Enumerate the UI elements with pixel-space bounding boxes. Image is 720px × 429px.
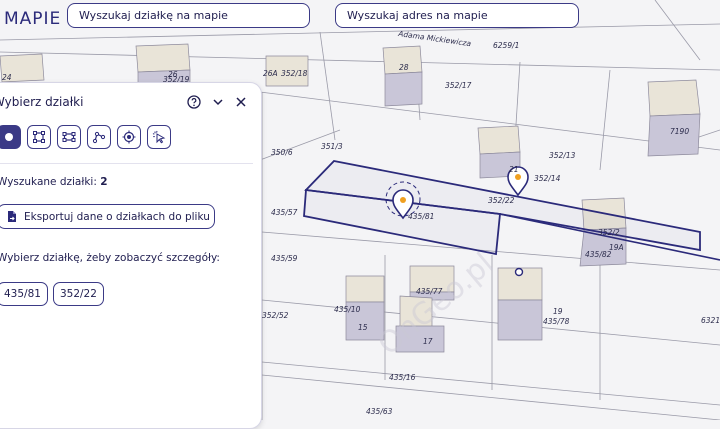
- cursor-select-tool-button[interactable]: [147, 125, 171, 149]
- parcel-number: 435/82: [585, 250, 612, 259]
- parcel-number: 435/77: [416, 287, 443, 296]
- chevron-down-icon[interactable]: [211, 95, 225, 109]
- parcel-number: 435/16: [389, 373, 416, 382]
- parcel-number: 17: [423, 337, 433, 346]
- parcel-search-input[interactable]: Wyszukaj działkę na mapie: [67, 3, 310, 28]
- polygon-icon: [33, 131, 45, 143]
- parcel-number: 352/18: [281, 69, 308, 78]
- circle-tool-button[interactable]: [117, 125, 141, 149]
- pointer-icon: [5, 133, 13, 141]
- parcel-number: 350/6: [271, 148, 293, 157]
- parcel-number: 435/78: [543, 317, 570, 326]
- cursor-click-icon: [152, 130, 166, 144]
- parcel-number: 15: [358, 323, 368, 332]
- building: [497, 267, 543, 341]
- panel-title: Wybierz działki: [0, 95, 84, 109]
- location-dot: [514, 267, 524, 277]
- app-logo[interactable]: MAPIE: [4, 9, 61, 29]
- building: [382, 45, 423, 107]
- parcel-number: 351/3: [321, 142, 343, 151]
- street-label: Adama Mickiewicza: [397, 29, 472, 48]
- parcel-number: 352/22: [488, 196, 515, 205]
- polygon-tool-button[interactable]: [27, 125, 51, 149]
- parcel-number: 352/17: [445, 81, 472, 90]
- export-label: Eksportuj dane o działkach do pliku: [24, 210, 210, 223]
- export-parcels-button[interactable]: Eksportuj dane o działkach do pliku: [0, 204, 215, 229]
- parcel-number: 19: [553, 307, 563, 316]
- parcel-number: 21: [509, 165, 519, 174]
- found-label: Wyszukane działki:: [0, 176, 97, 188]
- parcel-chip[interactable]: 352/22: [52, 282, 104, 306]
- parcel-number: 352/52: [262, 311, 289, 320]
- parcel-number: 435/57: [271, 208, 298, 217]
- pointer-tool-button[interactable]: [0, 125, 21, 149]
- parcel-number: 352/13: [549, 151, 576, 160]
- found-count: 2: [100, 176, 108, 188]
- parcel-number: 435/63: [366, 407, 393, 416]
- close-icon[interactable]: [234, 95, 248, 109]
- parcel-number: 28: [399, 63, 409, 72]
- line-icon: [92, 131, 106, 144]
- address-search-input[interactable]: Wyszukaj adres na mapie: [335, 3, 579, 28]
- select-parcels-panel: Wybierz działki Wyszukane działki: 2 Eks…: [0, 82, 262, 429]
- parcel-number: 435/59: [271, 254, 298, 263]
- parcel-number: 6259/1: [493, 41, 519, 50]
- parcel-number: 435/81: [408, 212, 434, 221]
- help-icon[interactable]: [187, 95, 201, 109]
- selection-toolbar: [0, 125, 171, 149]
- file-export-icon: [8, 211, 16, 222]
- parcel-number: 7190: [670, 127, 689, 136]
- rectangle-icon: [62, 132, 76, 142]
- parcel-number: 24: [2, 73, 12, 82]
- parcel-number: 26A: [263, 69, 278, 78]
- target-icon: [122, 130, 136, 144]
- line-tool-button[interactable]: [87, 125, 111, 149]
- parcel-number: 435/10: [334, 305, 361, 314]
- building: [647, 79, 701, 157]
- rectangle-tool-button[interactable]: [57, 125, 81, 149]
- parcel-chip[interactable]: 435/81: [0, 282, 48, 306]
- parcel-number: 352/14: [534, 174, 561, 183]
- parcel-number: 352/2: [598, 228, 620, 237]
- panel-divider: [0, 163, 253, 164]
- parcel-number: 6321: [701, 316, 720, 325]
- found-parcels-summary: Wyszukane działki: 2: [0, 176, 108, 188]
- parcel-chip-list: 435/81 352/22: [0, 282, 104, 306]
- select-parcel-hint: Wybierz działkę, żeby zobaczyć szczegóły…: [0, 252, 220, 264]
